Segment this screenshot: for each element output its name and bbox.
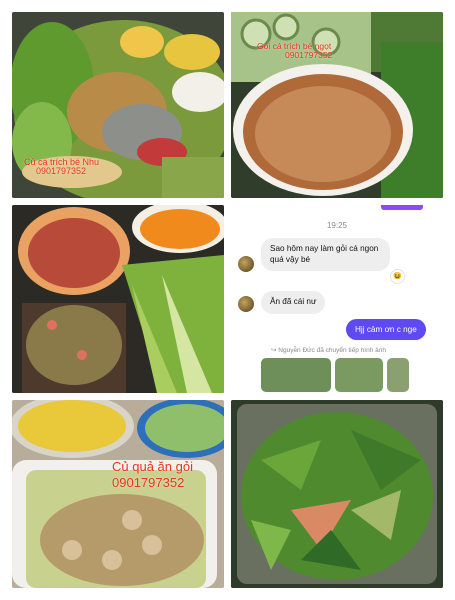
photo-tile-sliced-fruits[interactable]: Củ quả ăn gỏi 0901797352 bbox=[12, 400, 224, 588]
forward-note-text: Nguyễn Đức đã chuyển tiếp hình ảnh bbox=[278, 347, 386, 354]
watermark-phone: 0901797352 bbox=[112, 474, 185, 490]
watermark-phone: 0901797352 bbox=[36, 166, 87, 177]
photo-tile-dipping-sauce[interactable]: Gỏi cá trích bé ngọt 0901797352 bbox=[231, 12, 443, 198]
sliced-fruits-photo bbox=[12, 400, 224, 588]
avatar bbox=[238, 296, 254, 312]
watermark-line-1: Củ quả ăn gỏi bbox=[112, 459, 193, 474]
emoji-reaction[interactable]: 😆 bbox=[390, 269, 405, 284]
message-text: Sao hôm nay làm gỏi cá ngon quá vậy bé bbox=[270, 244, 379, 264]
dipping-sauce-photo bbox=[231, 12, 443, 198]
accent-bar bbox=[381, 205, 423, 210]
photo-tile-fish-bowl[interactable] bbox=[12, 205, 224, 393]
avatar bbox=[238, 256, 254, 272]
forwarded-image-thumbnail[interactable] bbox=[335, 358, 383, 392]
message-text: Hjj cảm ơn c nge bbox=[355, 325, 417, 334]
photo-tile-herbs[interactable] bbox=[231, 400, 443, 588]
message-received[interactable]: Ăn đã cái nư bbox=[261, 291, 326, 314]
message-sent[interactable]: Hjj cảm ơn c nge bbox=[346, 319, 426, 340]
chat-timestamp: 19:25 bbox=[326, 221, 348, 230]
message-received[interactable]: Sao hôm nay làm gỏi cá ngon quá vậy bé bbox=[261, 238, 390, 272]
chat-screenshot: 19:25 Sao hôm nay làm gỏi cá ngon quá vậ… bbox=[231, 205, 443, 393]
watermark-text: Củ quả ăn gỏi 0901797352 bbox=[112, 460, 193, 489]
message-text: Ăn đã cái nư bbox=[270, 297, 317, 306]
watermark-phone: 0901797352 bbox=[285, 49, 333, 60]
forward-note: ↪ Nguyễn Đức đã chuyển tiếp hình ảnh bbox=[271, 346, 386, 354]
forwarded-image-thumbnail[interactable] bbox=[387, 358, 409, 392]
watermark-text: Gỏi cá trích bé ngọt 0901797352 bbox=[257, 42, 332, 60]
fish-bowl-photo bbox=[12, 205, 224, 393]
photo-tile-fish-platter[interactable]: Củ cá trích bé Nhu 0901797352 bbox=[12, 12, 224, 198]
forwarded-image-thumbnail[interactable] bbox=[261, 358, 331, 392]
herbs-photo bbox=[231, 400, 443, 588]
watermark-text: Củ cá trích bé Nhu 0901797352 bbox=[24, 157, 99, 177]
